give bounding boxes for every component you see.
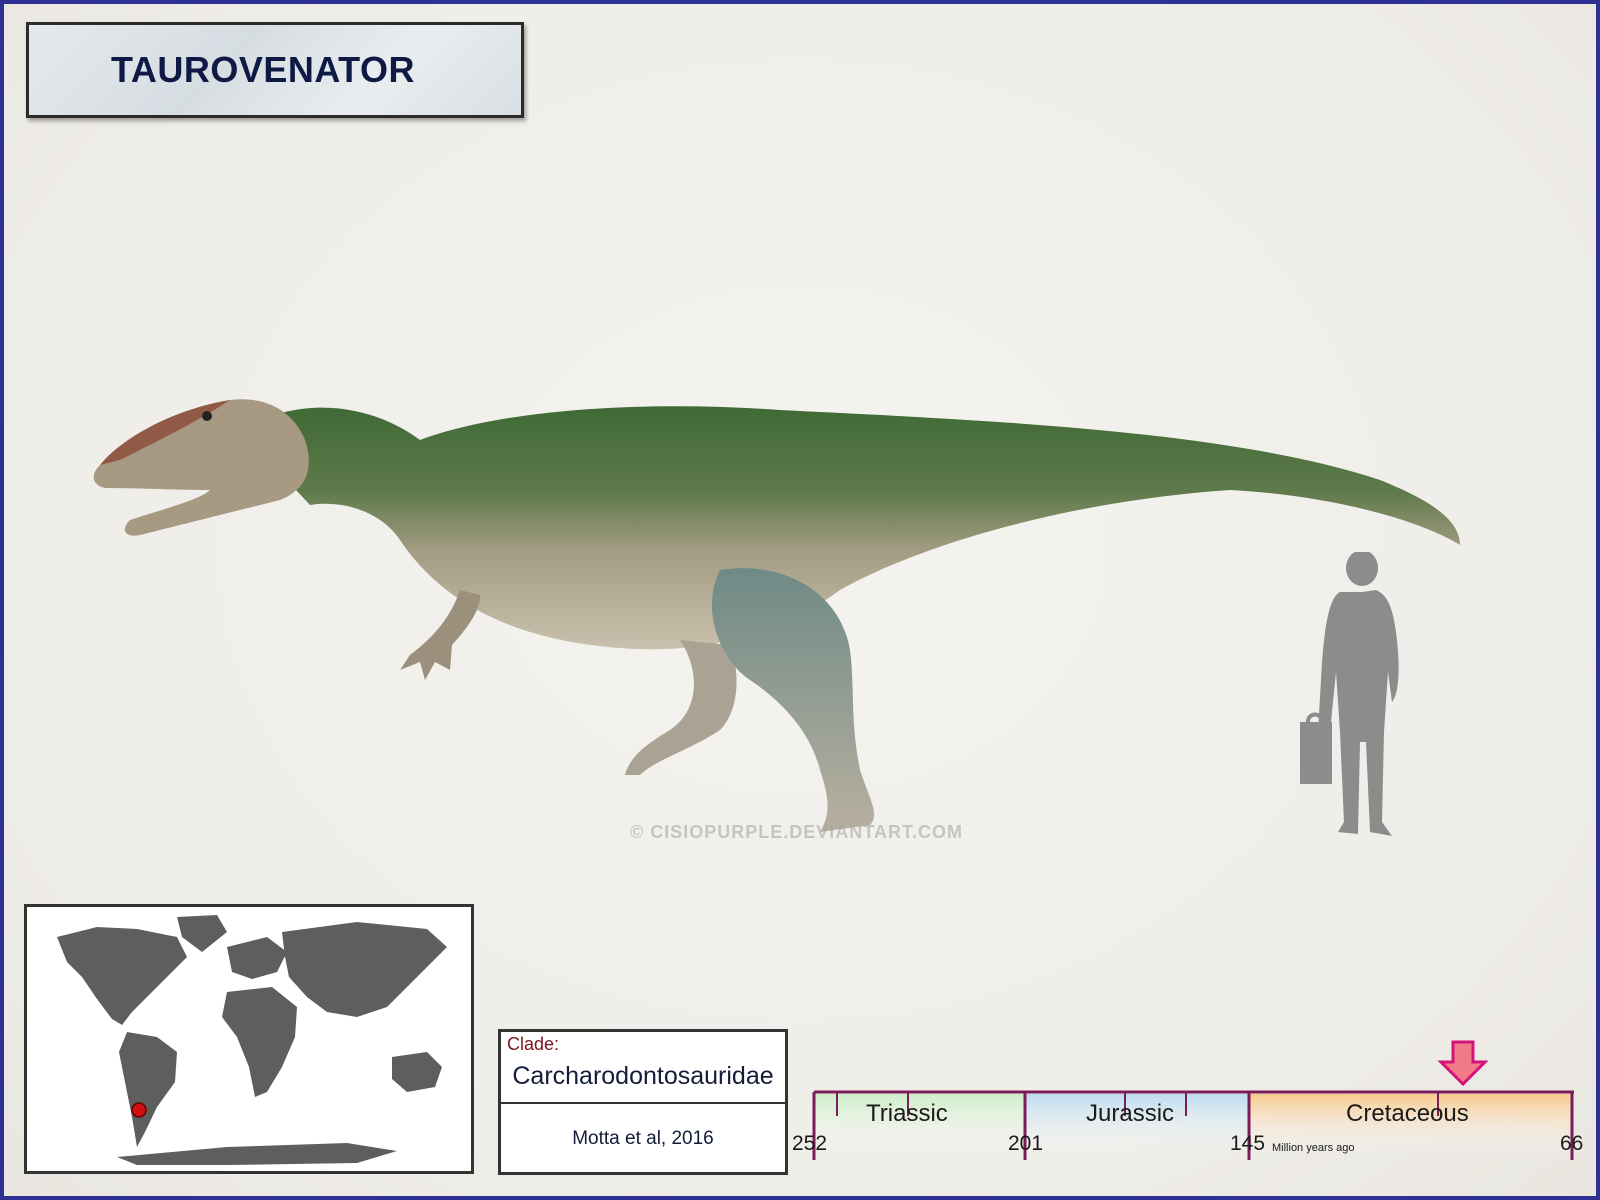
unit-label: Million years ago <box>1272 1142 1355 1154</box>
location-marker-icon <box>131 1102 147 1118</box>
tick-145: 145 <box>1230 1132 1266 1155</box>
clade-divider <box>501 1102 785 1104</box>
clade-name: Carcharodontosauridae <box>512 1062 774 1090</box>
title-plate: TAUROVENATOR <box>26 22 524 118</box>
watermark: © CISIOPURPLE.DEVIANTART.COM <box>630 822 963 842</box>
clade-label: Clade: <box>507 1034 560 1054</box>
world-map <box>24 904 474 1174</box>
tick-66: 66 <box>1560 1132 1584 1155</box>
human-scale-silhouette <box>1300 552 1399 836</box>
landmasses <box>57 915 447 1165</box>
clade-panel: Clade: Carcharodontosauridae Motta et al… <box>498 1029 788 1175</box>
geologic-timeline: Triassic Jurassic Cretaceous 252 201 145… <box>790 1040 1590 1190</box>
tick-252: 252 <box>792 1132 828 1155</box>
period-jurassic: Jurassic <box>1086 1100 1175 1127</box>
clade-citation: Motta et al, 2016 <box>572 1128 714 1149</box>
world-map-graphic <box>57 915 447 1165</box>
period-triassic: Triassic <box>866 1100 948 1127</box>
page-title: TAUROVENATOR <box>111 49 416 90</box>
time-marker-arrow-icon <box>1437 1040 1489 1087</box>
dinosaur-illustration <box>93 399 1460 832</box>
tick-201: 201 <box>1008 1132 1044 1155</box>
period-cretaceous: Cretaceous <box>1346 1100 1469 1127</box>
